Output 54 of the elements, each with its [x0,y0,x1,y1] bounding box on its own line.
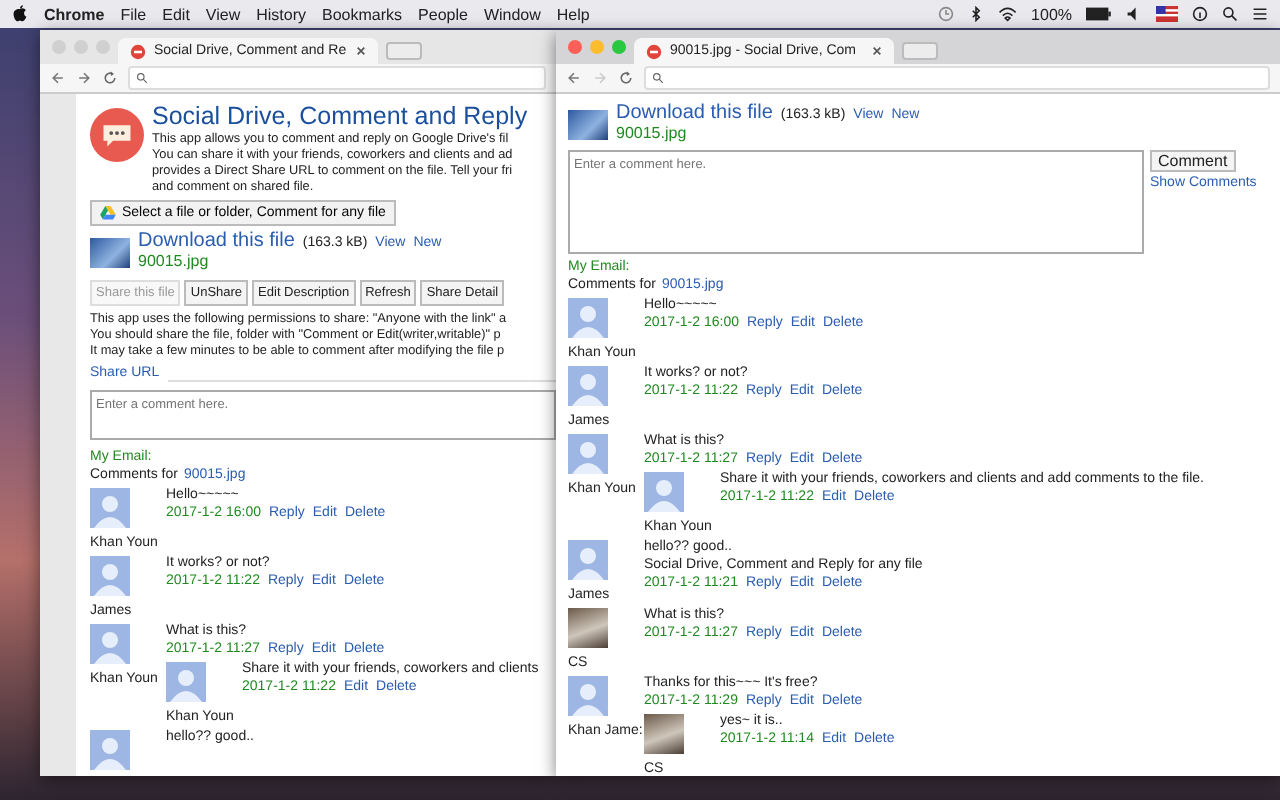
avatar-icon [166,662,206,702]
close-icon[interactable] [872,46,882,56]
wifi-icon[interactable] [997,6,1018,22]
close-icon[interactable] [356,46,366,56]
speech-bubble-logo-icon [90,108,144,162]
avatar-icon [90,488,130,528]
photo-placeholder [90,237,130,267]
back-arrow-icon[interactable] [50,70,66,86]
avatar-icon [568,298,608,338]
download-link[interactable]: Download this file [138,232,295,250]
reload-icon[interactable] [618,70,634,86]
bluetooth-icon[interactable] [967,6,984,22]
forward-arrow-icon[interactable] [76,70,92,86]
download-link[interactable]: Download this file [616,104,773,122]
comment-button[interactable]: Comment [1150,150,1236,172]
menu-item[interactable]: View [205,5,241,23]
search-icon [136,72,148,84]
avatar-icon [90,624,130,664]
drive-icon [100,206,116,220]
menu-item[interactable]: People [418,5,468,23]
favicon-icon [130,43,146,59]
avatar-icon [644,472,684,512]
menu-item[interactable]: Edit [162,5,190,23]
avatar-icon [90,556,130,596]
apple-logo-icon[interactable] [12,4,28,24]
battery-icon[interactable] [1086,6,1112,22]
file-name: 90015.jpg [138,252,209,270]
flag-icon[interactable] [1155,6,1178,22]
list-icon[interactable] [1252,6,1268,22]
menu-item[interactable]: File [120,5,147,23]
photo-placeholder [568,608,608,648]
menu-item[interactable]: Help [556,5,590,23]
app-title: Social Drive, Comment and Reply [152,100,528,132]
photo-placeholder [568,109,608,139]
info-icon[interactable] [1192,6,1208,22]
menu-item[interactable]: History [256,5,307,23]
avatar-icon [568,676,608,716]
avatar-icon [568,540,608,580]
menu-item[interactable]: Bookmarks [322,5,403,23]
search-icon[interactable] [1222,6,1238,22]
reload-icon[interactable] [102,70,118,86]
avatar-icon [568,366,608,406]
battery-percentage: 100% [1031,5,1073,23]
volume-icon[interactable] [1125,6,1142,22]
favicon-icon [646,43,662,59]
menu-item[interactable]: Window [483,5,541,23]
app-menu[interactable]: Chrome [44,5,105,23]
back-arrow-icon[interactable] [566,70,582,86]
avatar-icon [568,434,608,474]
clock-icon[interactable] [937,6,954,22]
file-name: 90015.jpg [616,124,687,142]
search-icon [652,72,664,84]
avatar-icon [90,730,130,770]
photo-placeholder [644,714,684,754]
